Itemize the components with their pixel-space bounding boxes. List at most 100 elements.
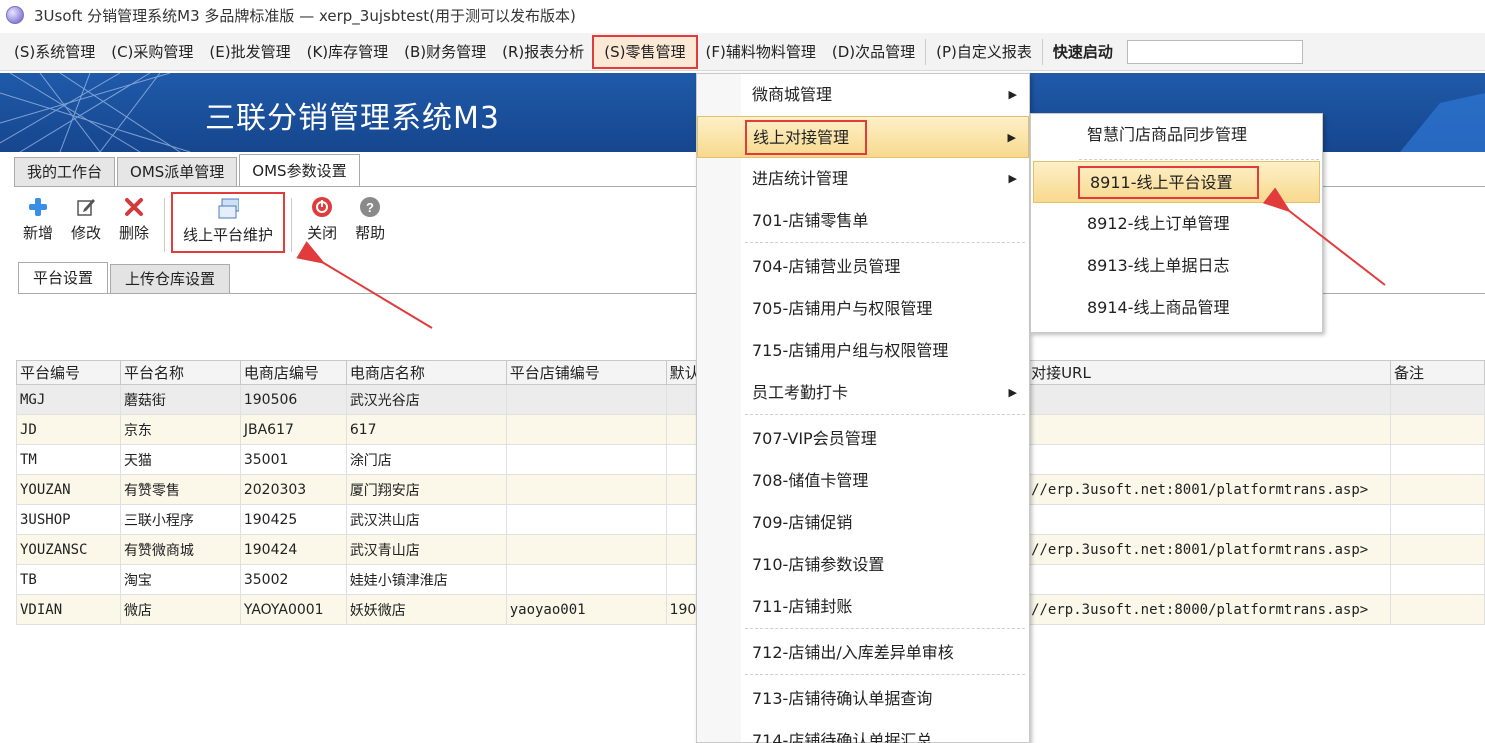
- table-cell[interactable]: [1390, 594, 1485, 625]
- retail-menu-item[interactable]: 712-店铺出/入库差异单审核: [697, 632, 1029, 674]
- table-cell[interactable]: [505, 474, 667, 505]
- table-cell[interactable]: 190424: [239, 534, 347, 565]
- online-submenu-item[interactable]: 智慧门店商品同步管理: [1031, 114, 1322, 156]
- table-cell[interactable]: [505, 384, 667, 415]
- col-platform-shop-code[interactable]: 平台店铺编号: [505, 360, 667, 385]
- quick-launch-input[interactable]: [1126, 39, 1303, 64]
- table-cell[interactable]: 190506: [239, 384, 347, 415]
- table-cell[interactable]: 3USHOP: [16, 504, 121, 535]
- table-cell[interactable]: [1027, 504, 1392, 535]
- table-cell[interactable]: //erp.3usoft.net:8000/platformtrans.asp>: [1027, 594, 1392, 625]
- help-button[interactable]: ? 帮助: [346, 190, 394, 243]
- col-url[interactable]: 对接URL: [1027, 360, 1392, 385]
- table-cell[interactable]: [505, 414, 667, 445]
- table-cell[interactable]: [1390, 384, 1485, 415]
- menu-defective[interactable]: (D)次品管理: [824, 37, 923, 67]
- table-cell[interactable]: 2020303: [239, 474, 347, 505]
- table-cell[interactable]: YOUZAN: [16, 474, 121, 505]
- online-submenu-item[interactable]: 8913-线上单据日志: [1031, 245, 1322, 287]
- tab-workbench[interactable]: 我的工作台: [14, 157, 116, 187]
- online-submenu-item[interactable]: 8912-线上订单管理: [1031, 203, 1322, 245]
- retail-menu-item[interactable]: 704-店铺营业员管理: [697, 246, 1029, 288]
- table-cell[interactable]: [1390, 534, 1485, 565]
- table-cell[interactable]: //erp.3usoft.net:8001/platformtrans.asp>: [1027, 474, 1392, 505]
- subtab-upload-warehouse[interactable]: 上传仓库设置: [110, 264, 231, 294]
- table-cell[interactable]: [1390, 444, 1485, 475]
- retail-menu-item[interactable]: 713-店铺待确认单据查询: [697, 678, 1029, 720]
- menu-custom-reports[interactable]: (P)自定义报表: [928, 37, 1040, 67]
- table-cell[interactable]: 35001: [239, 444, 347, 475]
- delete-button[interactable]: 删除: [110, 190, 158, 243]
- table-cell[interactable]: [1390, 564, 1485, 595]
- platform-maintain-button[interactable]: 线上平台维护: [171, 192, 286, 253]
- retail-menu-item[interactable]: 710-店铺参数设置: [697, 544, 1029, 586]
- menu-purchase[interactable]: (C)采购管理: [103, 37, 201, 67]
- table-cell[interactable]: YOUZANSC: [16, 534, 121, 565]
- online-submenu-item[interactable]: 8911-线上平台设置: [1033, 161, 1320, 203]
- table-cell[interactable]: [1390, 414, 1485, 445]
- table-cell[interactable]: 有赞微商城: [119, 534, 241, 565]
- col-platform-code[interactable]: 平台编号: [16, 360, 121, 385]
- retail-menu-item[interactable]: 709-店铺促销: [697, 502, 1029, 544]
- table-cell[interactable]: 武汉洪山店: [345, 504, 507, 535]
- table-cell[interactable]: [505, 564, 667, 595]
- add-button[interactable]: 新增: [14, 190, 62, 243]
- table-cell[interactable]: 天猫: [119, 444, 241, 475]
- retail-menu-item[interactable]: 线上对接管理 ▶: [697, 116, 1029, 158]
- retail-menu-item[interactable]: 707-VIP会员管理: [697, 418, 1029, 460]
- menu-reports[interactable]: (R)报表分析: [494, 37, 592, 67]
- table-cell[interactable]: 蘑菇街: [119, 384, 241, 415]
- edit-button[interactable]: 修改: [62, 190, 110, 243]
- table-cell[interactable]: 武汉光谷店: [345, 384, 507, 415]
- retail-menu-item[interactable]: 714-店铺待确认单据汇总: [697, 720, 1029, 743]
- table-cell[interactable]: 三联小程序: [119, 504, 241, 535]
- table-cell[interactable]: [1027, 444, 1392, 475]
- table-cell[interactable]: JD: [16, 414, 121, 445]
- table-cell[interactable]: [1390, 504, 1485, 535]
- menu-system[interactable]: (S)系统管理: [6, 37, 103, 67]
- table-cell[interactable]: [505, 504, 667, 535]
- close-button[interactable]: 关闭: [298, 190, 346, 243]
- menu-inventory[interactable]: (K)库存管理: [299, 37, 397, 67]
- table-cell[interactable]: [1027, 564, 1392, 595]
- menu-retail[interactable]: (S)零售管理: [592, 34, 698, 69]
- col-shop-code[interactable]: 电商店编号: [239, 360, 347, 385]
- table-cell[interactable]: yaoyao001: [505, 594, 667, 625]
- table-cell[interactable]: 京东: [119, 414, 241, 445]
- subtab-platform-settings[interactable]: 平台设置: [18, 262, 109, 294]
- retail-menu-item[interactable]: 微商城管理 ▶: [697, 74, 1029, 116]
- retail-menu-item[interactable]: 705-店铺用户与权限管理: [697, 288, 1029, 330]
- table-cell[interactable]: 190425: [239, 504, 347, 535]
- retail-menu-item[interactable]: 715-店铺用户组与权限管理: [697, 330, 1029, 372]
- retail-menu-item[interactable]: 711-店铺封账: [697, 586, 1029, 628]
- table-cell[interactable]: 妖妖微店: [345, 594, 507, 625]
- table-cell[interactable]: [505, 534, 667, 565]
- table-cell[interactable]: 武汉青山店: [345, 534, 507, 565]
- tab-oms-settings[interactable]: OMS参数设置: [239, 154, 360, 187]
- table-cell[interactable]: //erp.3usoft.net:8001/platformtrans.asp>: [1027, 534, 1392, 565]
- table-cell[interactable]: [1027, 414, 1392, 445]
- table-cell[interactable]: 厦门翔安店: [345, 474, 507, 505]
- table-cell[interactable]: JBA617: [239, 414, 347, 445]
- retail-menu-item[interactable]: 进店统计管理 ▶: [697, 158, 1029, 200]
- table-cell[interactable]: TB: [16, 564, 121, 595]
- retail-menu-item[interactable]: 员工考勤打卡 ▶: [697, 372, 1029, 414]
- menu-finance[interactable]: (B)财务管理: [396, 37, 494, 67]
- table-cell[interactable]: YAOYA0001: [239, 594, 347, 625]
- col-shop-name[interactable]: 电商店名称: [345, 360, 507, 385]
- col-remark[interactable]: 备注: [1390, 360, 1485, 385]
- retail-menu-item[interactable]: 701-店铺零售单: [697, 200, 1029, 242]
- table-cell[interactable]: [1027, 384, 1392, 415]
- table-cell[interactable]: VDIAN: [16, 594, 121, 625]
- table-cell[interactable]: 35002: [239, 564, 347, 595]
- table-cell[interactable]: TM: [16, 444, 121, 475]
- col-platform-name[interactable]: 平台名称: [119, 360, 241, 385]
- table-cell[interactable]: 有赞零售: [119, 474, 241, 505]
- table-cell[interactable]: MGJ: [16, 384, 121, 415]
- menu-wholesale[interactable]: (E)批发管理: [201, 37, 298, 67]
- menu-materials[interactable]: (F)辅料物料管理: [698, 37, 824, 67]
- online-submenu-item[interactable]: 8914-线上商品管理: [1031, 287, 1322, 329]
- table-cell[interactable]: 涂门店: [345, 444, 507, 475]
- table-cell[interactable]: [1390, 474, 1485, 505]
- tab-oms-dispatch[interactable]: OMS派单管理: [117, 157, 238, 187]
